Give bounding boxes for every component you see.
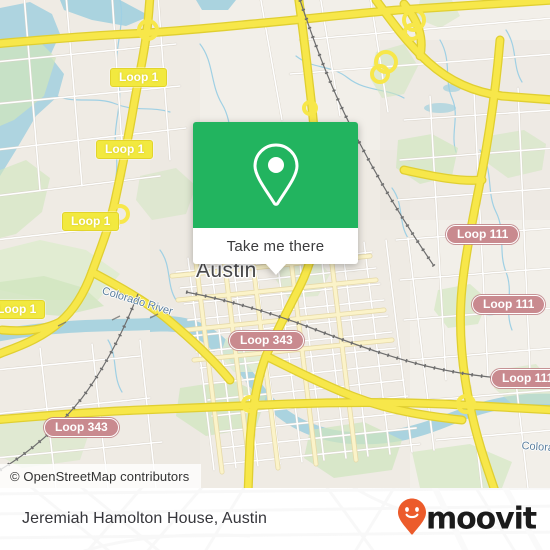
place-name-label: Jeremiah Hamolton House, Austin: [22, 510, 267, 527]
moovit-map-screenshot: .lnd{fill:#f2efe9} .blk{fill:#ece7e0} .w…: [0, 0, 550, 550]
map-attribution[interactable]: © OpenStreetMap contributors: [0, 464, 202, 488]
popup-image-panel: [193, 122, 358, 228]
bottom-info-bar: Jeremiah Hamolton House, Austin moovit: [0, 488, 550, 550]
map-viewport[interactable]: .lnd{fill:#f2efe9} .blk{fill:#ece7e0} .w…: [0, 0, 550, 488]
take-me-there-button[interactable]: Take me there: [193, 228, 358, 264]
popup-pointer-tail: [264, 263, 287, 275]
map-pin-icon: [250, 142, 302, 208]
moovit-smiling-pin-icon: [397, 498, 427, 541]
location-popup-card[interactable]: Take me there: [193, 122, 358, 275]
attribution-text: © OpenStreetMap contributors: [10, 468, 190, 484]
take-me-there-label: Take me there: [226, 237, 325, 255]
moovit-brand: moovit: [397, 498, 537, 541]
moovit-wordmark: moovit: [425, 501, 537, 536]
